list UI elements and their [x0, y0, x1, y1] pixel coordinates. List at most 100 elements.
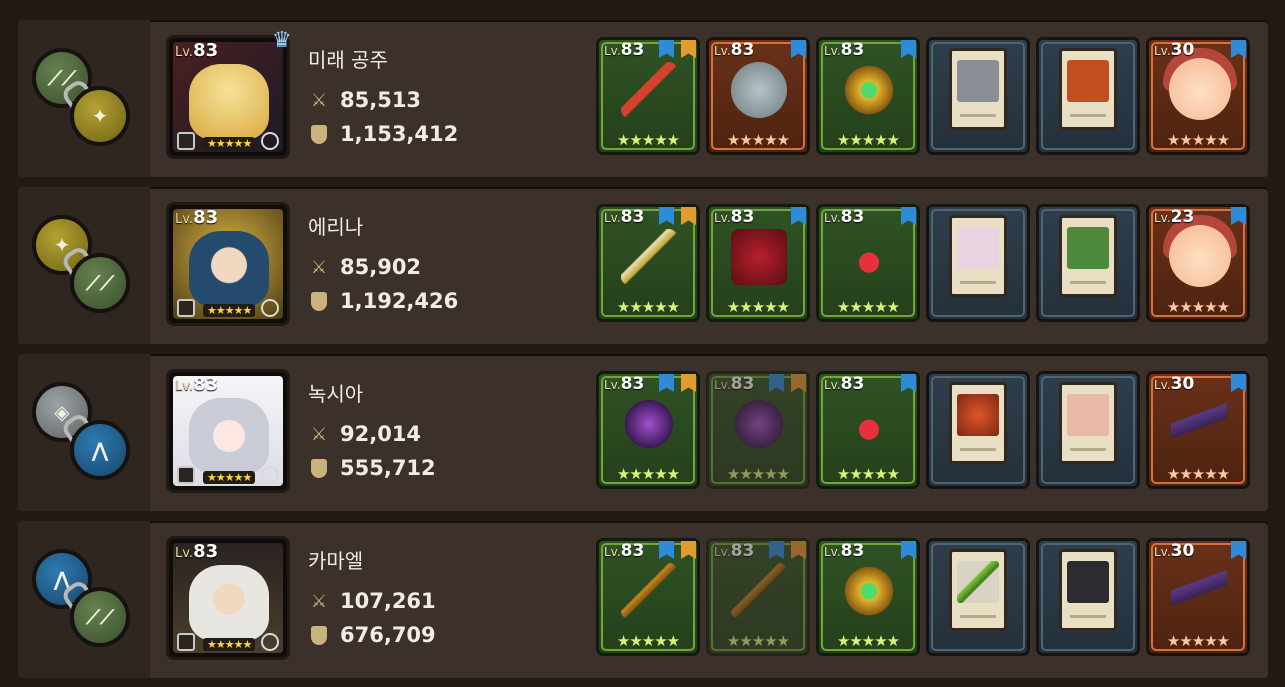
green-dagger-card-icon	[949, 549, 1007, 631]
attack-stat: ⚔ 85,513	[308, 83, 458, 117]
weapon-slot[interactable]: Lv.83 ★★★★★	[596, 204, 700, 322]
hero-stars: ★★★★★	[203, 137, 256, 150]
claw-element-icon: ⟋⟋	[70, 253, 130, 313]
chain-slot: ✦ ⟋⟋	[18, 187, 150, 344]
card-slot-2[interactable]	[1036, 371, 1140, 489]
green-gem-amulet-icon	[841, 62, 897, 118]
hero-portrait[interactable]: Lv.83 ★★★★★	[166, 35, 290, 159]
card-slot-2[interactable]	[1036, 204, 1140, 322]
shield-icon	[308, 624, 330, 646]
card-slot-1[interactable]	[926, 37, 1030, 155]
silver-hair-hero-icon	[189, 398, 269, 474]
white-beard-hero-icon	[189, 565, 269, 641]
green-gem-amulet-icon	[841, 563, 897, 619]
white-cat-card-icon	[949, 215, 1007, 297]
red-lantern-card-icon	[949, 382, 1007, 464]
shield-icon	[308, 290, 330, 312]
hero-level: Lv.83	[175, 541, 219, 562]
hero-name: 녹시아	[308, 382, 364, 406]
costume-slot[interactable]: Lv.30 ★★★★★	[1146, 371, 1250, 489]
accessory-slot[interactable]: Lv.83 ★★★★★	[816, 371, 920, 489]
chain-slot: ◈ ⋀	[18, 354, 150, 511]
party-row-4[interactable]: ⋀ ⟋⟋ Lv.83 ★★★★★ 카마엘 ⚔ 107,261 676,709 Lv…	[18, 521, 1268, 678]
armor-slot[interactable]: Lv.83 ★★★★★	[706, 37, 810, 155]
golden-scythe-icon	[621, 563, 677, 619]
hero-level: Lv.83	[175, 40, 219, 61]
top-hat-man-card-icon	[1059, 549, 1117, 631]
chain-link-icon[interactable]: ◈ ⋀	[32, 378, 136, 488]
hero-stars: ★★★★★	[203, 304, 256, 317]
hero-stars: ★★★★★	[203, 638, 256, 651]
card-slot-2[interactable]	[1036, 37, 1140, 155]
ruby-necklace-icon	[841, 396, 897, 452]
fox-mask-card-icon	[1059, 382, 1117, 464]
hero-name: 카마엘	[308, 549, 364, 573]
golden-sword-icon	[621, 229, 677, 285]
purple-weapon-stand-icon	[1171, 396, 1227, 452]
accessory-slot[interactable]: Lv.83 ★★★★★	[816, 204, 920, 322]
chain-link-icon[interactable]: ⋀ ⟋⟋	[32, 545, 136, 655]
silver-shield-icon	[731, 62, 787, 118]
smiling-girl-icon	[1169, 58, 1231, 120]
defense-stat: 555,712	[308, 451, 436, 485]
crossed-swords-icon: ⚔	[310, 423, 328, 445]
smiling-girl-icon	[1169, 225, 1231, 287]
gear-element-icon	[261, 132, 279, 150]
weapon-slot[interactable]: Lv.83 ★★★★★	[596, 538, 700, 656]
blue-hair-hero-icon	[189, 231, 269, 307]
chain-link-icon[interactable]: ⟋⟋ ✦	[32, 44, 136, 154]
weapon-slot[interactable]: Lv.83 ★★★★★	[596, 371, 700, 489]
card-slot-1[interactable]	[926, 371, 1030, 489]
blonde-hero-icon	[189, 64, 269, 140]
weapon-slot[interactable]: Lv.83 ★★★★★	[596, 37, 700, 155]
defense-stat: 676,709	[308, 618, 436, 652]
party-row-3[interactable]: ◈ ⋀ Lv.83 ★★★★★ 녹시아 ⚔ 92,014 555,712 Lv.8…	[18, 354, 1268, 511]
shield-icon	[308, 123, 330, 145]
moon-element-icon	[261, 466, 279, 484]
card-slot-1[interactable]	[926, 204, 1030, 322]
mountain-element-icon	[261, 633, 279, 651]
secondary-weapon-slot[interactable]: Lv.83 ★★★★★	[706, 538, 810, 656]
card-slot-2[interactable]	[1036, 538, 1140, 656]
goblin-officer-card-icon	[1059, 215, 1117, 297]
accessory-slot[interactable]: Lv.83 ★★★★★	[816, 538, 920, 656]
accessory-slot[interactable]: Lv.83 ★★★★★	[816, 37, 920, 155]
defense-stat: 1,192,426	[308, 284, 458, 318]
class-shield-icon	[177, 299, 195, 317]
chain-slot: ⟋⟋ ✦	[18, 20, 150, 177]
class-tree-icon	[177, 466, 195, 484]
hero-portrait[interactable]: Lv.83 ★★★★★	[166, 202, 290, 326]
hero-level: Lv.83	[175, 207, 219, 228]
chain-link-icon[interactable]: ✦ ⟋⟋	[32, 211, 136, 321]
crimson-armor-icon	[731, 229, 787, 285]
attack-stat: ⚔ 107,261	[308, 584, 436, 618]
hero-portrait[interactable]: Lv.83 ★★★★★	[166, 536, 290, 660]
class-tree-icon	[177, 633, 195, 651]
attack-stat: ⚔ 92,014	[308, 417, 436, 451]
golden-scythe-icon	[731, 563, 787, 619]
hero-level: Lv.83	[175, 374, 219, 395]
secondary-weapon-slot[interactable]: Lv.83 ★★★★★	[706, 371, 810, 489]
class-shield-icon	[177, 132, 195, 150]
party-row-2[interactable]: ✦ ⟋⟋ Lv.83 ★★★★★ 에리나 ⚔ 85,902 1,192,426 L…	[18, 187, 1268, 344]
claw-element-icon: ⟋⟋	[70, 587, 130, 647]
crossed-swords-icon: ⚔	[310, 256, 328, 278]
party-row-1[interactable]: ⟋⟋ ✦ Lv.83 ★★★★★ ♛ 미래 공주 ⚔ 85,513 1,153,4…	[18, 20, 1268, 177]
diamond-element-icon	[261, 299, 279, 317]
old-man-card-icon	[949, 48, 1007, 130]
hero-portrait[interactable]: Lv.83 ★★★★★	[166, 369, 290, 493]
shield-icon	[308, 457, 330, 479]
card-slot-1[interactable]	[926, 538, 1030, 656]
ruby-necklace-icon	[841, 229, 897, 285]
purple-weapon-stand-icon	[1171, 563, 1227, 619]
crossed-swords-icon: ⚔	[310, 89, 328, 111]
costume-slot[interactable]: Lv.30 ★★★★★	[1146, 37, 1250, 155]
purple-orb-icon	[731, 396, 787, 452]
chain-slot: ⋀ ⟋⟋	[18, 521, 150, 678]
costume-slot[interactable]: Lv.30 ★★★★★	[1146, 538, 1250, 656]
hero-name: 미래 공주	[308, 48, 388, 72]
armor-slot[interactable]: Lv.83 ★★★★★	[706, 204, 810, 322]
costume-slot[interactable]: Lv.23 ★★★★★	[1146, 204, 1250, 322]
crossed-swords-icon: ⚔	[310, 590, 328, 612]
party-panel: ⟋⟋ ✦ Lv.83 ★★★★★ ♛ 미래 공주 ⚔ 85,513 1,153,4…	[0, 0, 1285, 687]
